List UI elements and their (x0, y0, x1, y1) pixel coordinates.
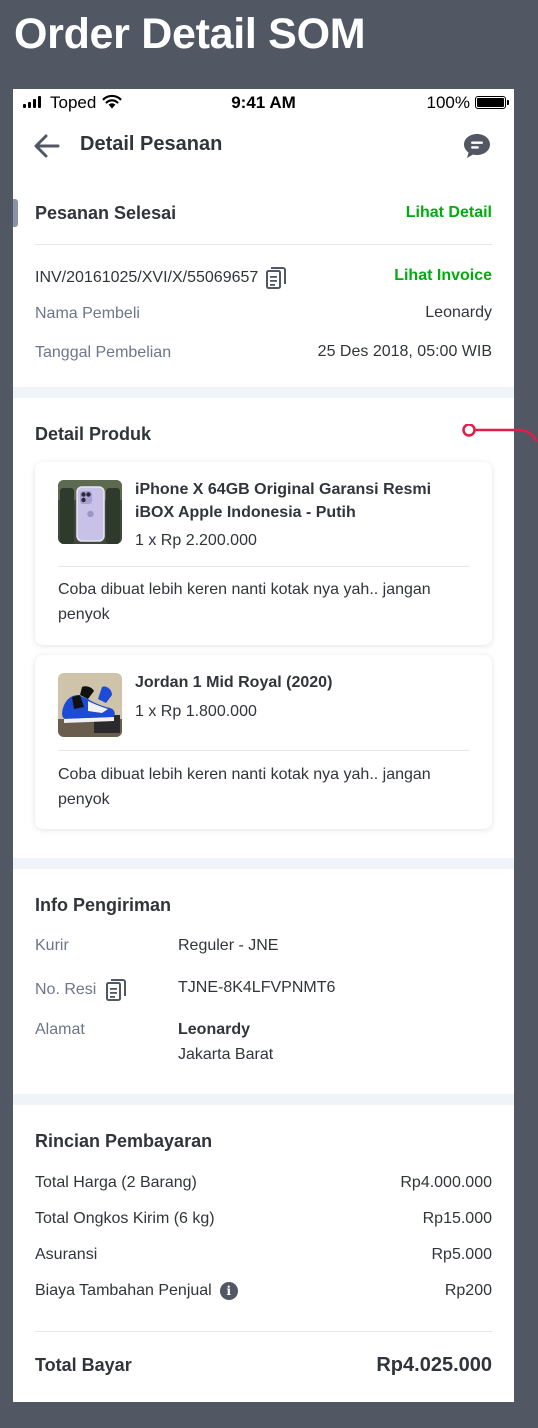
payment-breakdown-section: Rincian Pembayaran Total Harga (2 Barang… (13, 1105, 514, 1402)
battery-icon (475, 96, 509, 109)
payment-row-label: Biaya Tambahan Penjual (35, 1282, 212, 1299)
product-image-jordan (58, 673, 122, 737)
info-icon[interactable]: i (219, 1282, 238, 1300)
section-gap (13, 1094, 514, 1105)
product-qty-price: 1 x Rp 1.800.000 (135, 703, 257, 720)
purchase-date-label: Tanggal Pembelian (35, 344, 172, 361)
section-title: Info Pengiriman (35, 895, 172, 915)
product-name: Jordan 1 Mid Royal (2020) (135, 674, 333, 691)
copy-icon[interactable] (106, 979, 127, 1001)
payment-row-value: Rp5.000 (431, 1246, 493, 1263)
buyer-label: Nama Pembeli (35, 305, 140, 322)
courier-value: Reguler - JNE (178, 937, 279, 954)
courier-label: Kurir (35, 937, 69, 954)
product-note: Coba dibuat lebih keren nanti kotak nya … (58, 766, 431, 808)
resi-label: No. Resi (35, 981, 97, 998)
arrow-left-icon[interactable] (33, 133, 61, 159)
divider (35, 244, 492, 245)
status-indicator (13, 199, 18, 227)
product-card[interactable]: iPhone X 64GB Original Garansi Resmi iBO… (35, 462, 492, 645)
product-note: Coba dibuat lebih keren nanti kotak nya … (58, 581, 431, 623)
total-label: Total Bayar (35, 1355, 132, 1375)
payment-row-value: Rp200 (444, 1282, 492, 1299)
status-bar: Toped 9:41 AM 100% (13, 89, 514, 116)
annotation-connector (462, 424, 538, 443)
address-name: Leonardy (178, 1021, 251, 1038)
payment-row-label: Total Ongkos Kirim (6 kg) (35, 1210, 215, 1227)
section-title: Rincian Pembayaran (35, 1131, 213, 1151)
section-title: Detail Produk (35, 424, 152, 444)
payment-row-label: Asuransi (35, 1246, 98, 1263)
product-detail-section: Detail Produk iPhone X 64GB Original Gar… (13, 398, 514, 858)
divider (58, 566, 469, 567)
resi-label-row: No. Resi (35, 979, 127, 1001)
address-label: Alamat (35, 1021, 85, 1038)
payment-row-label-with-info: Biaya Tambahan Penjual i (35, 1282, 238, 1300)
resi-number: TJNE-8K4LFVPNMT6 (178, 979, 336, 996)
invoice-row: INV/20161025/XVI/X/55069657 (35, 267, 287, 289)
phone-screen: Toped 9:41 AM 100% Detail Pesanan Pesana… (13, 89, 514, 1402)
total-value: Rp4.025.000 (376, 1354, 492, 1376)
divider (58, 750, 469, 751)
frame-heading: Order Detail SOM (14, 10, 366, 58)
product-card[interactable]: Jordan 1 Mid Royal (2020) 1 x Rp 1.800.0… (35, 655, 492, 829)
chat-bubble-icon[interactable] (462, 132, 492, 160)
payment-row-value: Rp4.000.000 (400, 1174, 492, 1191)
section-gap (13, 858, 514, 869)
purchase-date: 25 Des 2018, 05:00 WIB (317, 343, 492, 360)
app-header: Detail Pesanan (13, 116, 514, 176)
divider (35, 1331, 492, 1332)
copy-icon[interactable] (266, 267, 287, 289)
lihat-detail-link[interactable]: Lihat Detail (406, 204, 492, 222)
product-name: iPhone X 64GB Original Garansi Resmi iBO… (135, 481, 432, 521)
payment-row-label: Total Harga (2 Barang) (35, 1174, 197, 1191)
battery-percentage: 100% (426, 93, 470, 112)
payment-row-value: Rp15.000 (422, 1210, 492, 1227)
page-title: Detail Pesanan (80, 133, 223, 155)
order-summary-section: Pesanan Selesai Lihat Detail INV/2016102… (13, 176, 514, 387)
lihat-invoice-link[interactable]: Lihat Invoice (394, 267, 492, 285)
invoice-number: INV/20161025/XVI/X/55069657 (35, 269, 259, 286)
section-gap (13, 387, 514, 398)
order-status: Pesanan Selesai (35, 203, 177, 223)
address-city: Jakarta Barat (178, 1046, 274, 1063)
shipping-info-section: Info Pengiriman Kurir Reguler - JNE No. … (13, 869, 514, 1094)
product-image-iphone (58, 480, 122, 544)
buyer-name: Leonardy (425, 304, 492, 321)
product-qty-price: 1 x Rp 2.200.000 (135, 532, 257, 549)
